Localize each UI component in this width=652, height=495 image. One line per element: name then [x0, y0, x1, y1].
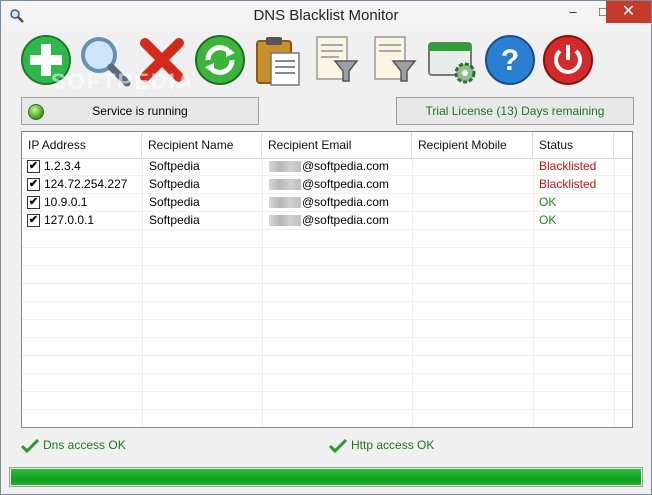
cell-ip: 127.0.0.1	[44, 213, 95, 227]
cell-status: Blacklisted	[539, 159, 597, 173]
close-button[interactable]: ✕	[606, 1, 651, 23]
redacted-blur	[269, 197, 301, 209]
email-domain: @softpedia.com	[302, 213, 389, 227]
row-checkbox[interactable]: ✔	[27, 160, 40, 173]
table-row[interactable]: ✔ 127.0.0.1 Softpedia @softpedia.com OK	[22, 212, 632, 230]
check-icon	[21, 438, 39, 453]
cell-status: OK	[539, 195, 557, 209]
cell-email: @softpedia.com	[269, 176, 389, 193]
cell-email: @softpedia.com	[269, 158, 389, 175]
cell-email: @softpedia.com	[269, 212, 389, 229]
svg-text:?: ?	[501, 44, 519, 77]
help-button[interactable]: ?	[483, 33, 537, 87]
dns-access-text: Dns access OK	[43, 438, 126, 452]
cell-status: Blacklisted	[539, 177, 597, 191]
status-led-icon	[28, 104, 44, 120]
email-domain: @softpedia.com	[302, 177, 389, 191]
refresh-icon	[195, 35, 245, 85]
check-icon	[329, 438, 347, 453]
cell-ip: 124.72.254.227	[44, 177, 128, 191]
progress-fill	[11, 469, 641, 485]
clipboard-icon	[256, 37, 300, 86]
clipboard-button[interactable]	[251, 33, 305, 87]
row-checkbox[interactable]: ✔	[27, 214, 40, 227]
cell-status: OK	[539, 213, 557, 227]
column-recipient-name[interactable]: Recipient Name	[142, 132, 262, 158]
help-icon: ?	[485, 35, 535, 85]
grid-rows: ✔ 1.2.3.4 Softpedia @softpedia.com Black…	[22, 158, 632, 230]
http-access-status: Http access OK	[329, 437, 434, 453]
redacted-blur	[269, 161, 301, 173]
power-icon	[543, 35, 593, 85]
redacted-blur	[269, 179, 301, 191]
table-row[interactable]: ✔ 1.2.3.4 Softpedia @softpedia.com Black…	[22, 158, 632, 176]
filter-button[interactable]	[309, 33, 363, 87]
column-status[interactable]: Status	[533, 132, 614, 158]
service-status-text: Service is running	[92, 104, 188, 118]
table-row[interactable]: ✔ 124.72.254.227 Softpedia @softpedia.co…	[22, 176, 632, 194]
toolbar: ? SOFTPEDIA	[11, 31, 593, 94]
license-panel: Trial License (13) Days remaining	[396, 97, 634, 125]
settings-button[interactable]	[425, 33, 479, 87]
grid-header: IP Address Recipient Name Recipient Emai…	[22, 132, 632, 159]
cell-ip: 1.2.3.4	[44, 159, 81, 173]
window-title: DNS Blacklist Monitor	[253, 7, 399, 24]
license-text: Trial License (13) Days remaining	[425, 104, 605, 118]
email-domain: @softpedia.com	[302, 195, 389, 209]
cell-name: Softpedia	[149, 195, 200, 209]
title-bar[interactable]: DNS Blacklist Monitor – □ ✕	[1, 1, 651, 31]
table-row[interactable]: ✔ 10.9.0.1 Softpedia @softpedia.com OK	[22, 194, 632, 212]
column-recipient-email[interactable]: Recipient Email	[262, 132, 412, 158]
cell-ip: 10.9.0.1	[44, 195, 88, 209]
cell-email: @softpedia.com	[269, 194, 389, 211]
redacted-blur	[269, 215, 301, 227]
softpedia-watermark: SOFTPEDIA	[51, 69, 195, 94]
settings-icon	[428, 42, 476, 84]
column-ip[interactable]: IP Address	[22, 132, 142, 158]
cell-name: Softpedia	[149, 213, 200, 227]
filter-icon	[316, 36, 359, 82]
minimize-button[interactable]: –	[558, 1, 588, 23]
row-checkbox[interactable]: ✔	[27, 196, 40, 209]
refresh-button[interactable]	[193, 33, 247, 87]
row-checkbox[interactable]: ✔	[27, 178, 40, 191]
cell-name: Softpedia	[149, 159, 200, 173]
filter2-button[interactable]	[367, 33, 421, 87]
main-window: DNS Blacklist Monitor – □ ✕ ? SOFTPEDIA …	[0, 0, 652, 495]
service-status-panel: Service is running	[21, 97, 259, 125]
cell-name: Softpedia	[149, 177, 200, 191]
email-domain: @softpedia.com	[302, 159, 389, 173]
column-recipient-mobile[interactable]: Recipient Mobile	[412, 132, 533, 158]
progress-bar	[9, 467, 643, 487]
filter2-icon	[374, 36, 417, 82]
dns-access-status: Dns access OK	[21, 437, 126, 453]
http-access-text: Http access OK	[351, 438, 435, 452]
power-button[interactable]	[541, 33, 595, 87]
ip-grid[interactable]: IP Address Recipient Name Recipient Emai…	[21, 131, 633, 428]
